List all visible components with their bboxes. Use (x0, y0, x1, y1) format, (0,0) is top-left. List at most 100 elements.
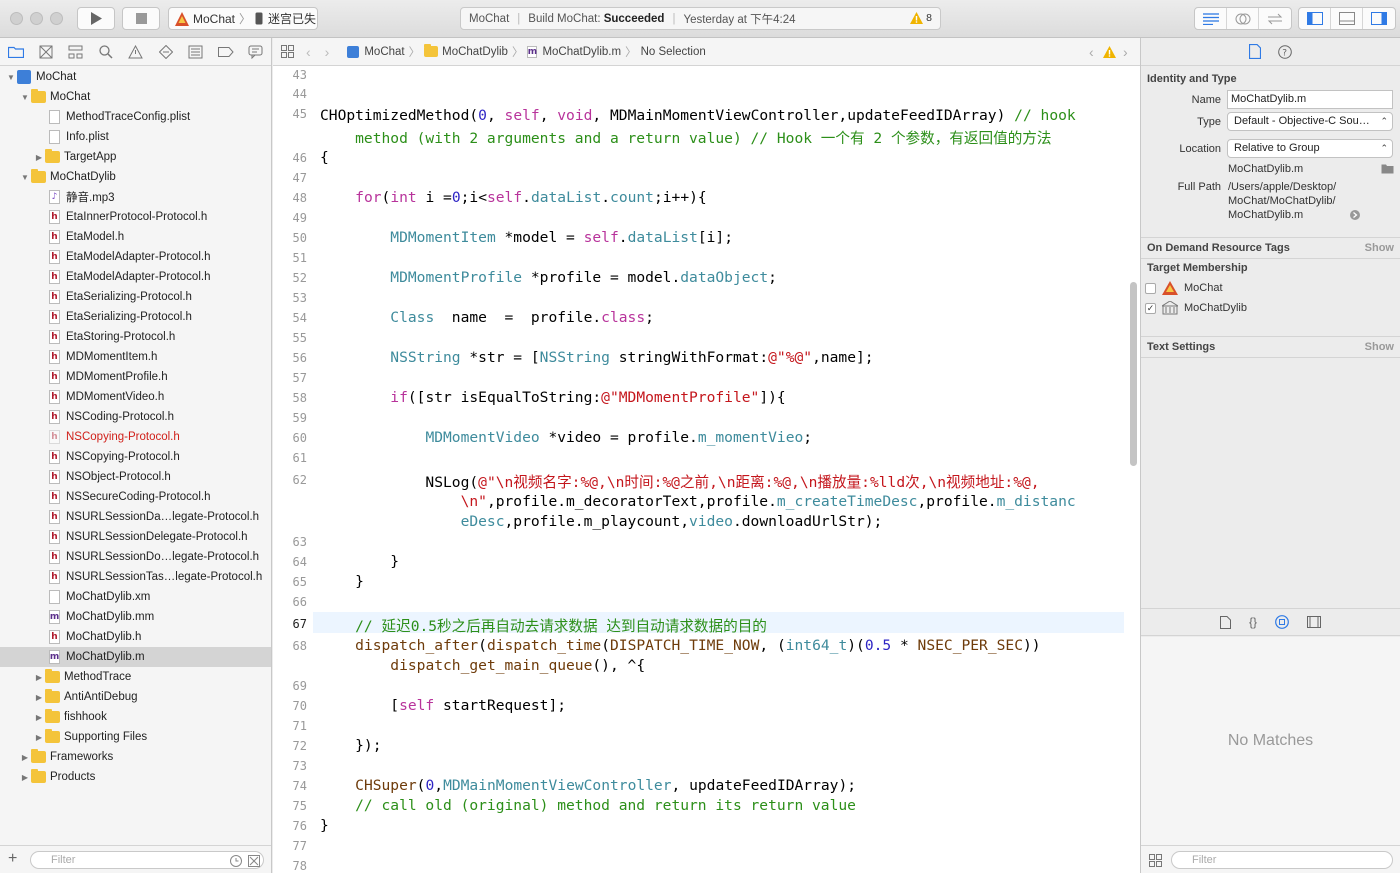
toggle-debug-area-button[interactable] (1331, 8, 1363, 29)
close-window-button[interactable] (10, 12, 23, 25)
code-line[interactable]: Class name = profile.class; (320, 309, 654, 326)
disclosure-closed-icon[interactable]: ▶ (33, 713, 45, 722)
tree-file[interactable]: h EtaStoring-Protocol.h (0, 327, 271, 347)
code-line[interactable]: CHSuper(0,MDMainMomentViewController, up… (320, 777, 856, 794)
code-line[interactable]: if([str isEqualToString:@"MDMomentProfil… (320, 389, 785, 406)
tree-file[interactable]: h EtaSerializing-Protocol.h (0, 307, 271, 327)
code-line[interactable]: eDesc,profile.m_playcount,video.download… (320, 513, 883, 530)
tree-group[interactable]: ▼ MoChat (0, 87, 271, 107)
breadcrumb-project[interactable]: MoChat (347, 45, 405, 58)
tree-file[interactable]: h EtaModelAdapter-Protocol.h (0, 267, 271, 287)
tree-file[interactable]: h MDMomentItem.h (0, 347, 271, 367)
file-inspector-icon[interactable] (1249, 44, 1261, 59)
tree-file[interactable]: h EtaSerializing-Protocol.h (0, 287, 271, 307)
source-editor[interactable]: 43 44 45 46 47 48 49 50 51 52 53 54 55 5… (273, 66, 1140, 873)
library-filter-input[interactable]: Filter (1171, 851, 1393, 869)
back-arrow-icon[interactable]: ‹ (306, 44, 311, 60)
version-editor-button[interactable] (1259, 8, 1291, 29)
navigator-filter-input[interactable]: Filter (30, 851, 264, 869)
media-library-icon[interactable] (1307, 616, 1321, 628)
issue-warning-icon[interactable] (126, 43, 145, 60)
run-button[interactable] (77, 7, 115, 30)
test-diamond-icon[interactable] (156, 43, 175, 60)
file-name-field[interactable]: MoChatDylib.m (1227, 90, 1393, 109)
disclosure-closed-icon[interactable]: ▶ (33, 733, 45, 742)
tree-file-selected[interactable]: m MoChatDylib.m (0, 647, 271, 667)
code-line[interactable]: } (320, 573, 364, 590)
object-library-icon[interactable] (1275, 615, 1289, 629)
debug-navigator-icon[interactable] (186, 43, 205, 60)
folder-icon[interactable] (6, 43, 25, 60)
toggle-navigator-button[interactable] (1299, 8, 1331, 29)
toggle-utilities-button[interactable] (1363, 8, 1395, 29)
tree-file-missing[interactable]: h NSCopying-Protocol.h (0, 427, 271, 447)
tree-file[interactable]: h EtaModel.h (0, 227, 271, 247)
code-line[interactable]: // call old (original) method and return… (320, 797, 856, 814)
disclosure-open-icon[interactable]: ▼ (5, 73, 17, 82)
previous-issue-icon[interactable]: ‹ (1089, 44, 1094, 60)
odr-show-link[interactable]: Show (1365, 242, 1394, 254)
breadcrumb-file[interactable]: m MoChatDylib.m (527, 45, 621, 58)
file-type-select[interactable]: Default - Objective-C Sou… (1227, 112, 1393, 131)
tree-file[interactable]: h MoChatDylib.h (0, 627, 271, 647)
folder-icon[interactable] (1381, 163, 1394, 174)
code-line[interactable]: MDMomentItem *model = self.dataList[i]; (320, 229, 733, 246)
tree-group[interactable]: ▼ MoChatDylib (0, 167, 271, 187)
code-line[interactable]: CHOptimizedMethod(0, self, void, MDMainM… (320, 107, 1076, 124)
next-issue-icon[interactable]: › (1123, 44, 1128, 60)
add-file-button[interactable]: + (8, 850, 17, 868)
code-line[interactable]: NSString *str = [NSString stringWithForm… (320, 349, 873, 366)
code-line[interactable]: dispatch_get_main_queue(), ^{ (320, 657, 645, 674)
tree-group[interactable]: ▶ Supporting Files (0, 727, 271, 747)
search-icon[interactable] (96, 43, 115, 60)
report-bubble-icon[interactable] (246, 43, 265, 60)
disclosure-open-icon[interactable]: ▼ (19, 93, 31, 102)
tree-file[interactable]: h NSSecureCoding-Protocol.h (0, 487, 271, 507)
reveal-in-finder-icon[interactable] (1350, 210, 1360, 220)
quick-help-icon[interactable]: ? (1278, 44, 1292, 59)
warnings-indicator[interactable]: 8 (910, 12, 932, 24)
related-items-grid-icon[interactable] (281, 45, 294, 58)
tree-file[interactable]: ≡ MethodTraceConfig.plist (0, 107, 271, 127)
tree-group[interactable]: ▶ Frameworks (0, 747, 271, 767)
stop-button[interactable] (122, 7, 160, 30)
scheme-selector[interactable]: MoChat 〉 迷宫已失 (168, 7, 318, 30)
tree-group[interactable]: ▶ Products (0, 767, 271, 787)
line-number-gutter[interactable]: 43 44 45 46 47 48 49 50 51 52 53 54 55 5… (273, 66, 313, 873)
code-line[interactable]: [self startRequest]; (320, 697, 566, 714)
code-line[interactable]: } (320, 817, 329, 834)
disclosure-closed-icon[interactable]: ▶ (33, 153, 45, 162)
tree-file[interactable]: h EtaModelAdapter-Protocol.h (0, 247, 271, 267)
tree-file[interactable]: h MDMomentVideo.h (0, 387, 271, 407)
code-line[interactable]: // 延迟0.5秒之后再自动去请求数据 达到自动请求数据的目的 (320, 615, 767, 636)
tree-file[interactable]: h NSURLSessionDo…legate-Protocol.h (0, 547, 271, 567)
tree-file[interactable]: h NSURLSessionTas…legate-Protocol.h (0, 567, 271, 587)
tree-file[interactable]: m MoChatDylib.mm (0, 607, 271, 627)
hierarchy-icon[interactable] (66, 43, 85, 60)
forward-arrow-icon[interactable]: › (325, 44, 330, 60)
tree-file[interactable]: ≡ Info.plist (0, 127, 271, 147)
target-checkbox-checked[interactable]: ✓ (1145, 302, 1156, 314)
disclosure-open-icon[interactable]: ▼ (19, 173, 31, 182)
editor-scrollbar[interactable] (1130, 282, 1137, 466)
grid-view-icon[interactable] (1149, 854, 1162, 867)
disclosure-closed-icon[interactable]: ▶ (33, 673, 45, 682)
tree-file[interactable]: · MoChatDylib.xm (0, 587, 271, 607)
code-line[interactable]: MDMomentVideo *video = profile.m_momentV… (320, 429, 812, 446)
scm-filter-icon[interactable] (248, 855, 260, 867)
target-checkbox-unchecked[interactable] (1145, 282, 1156, 294)
standard-editor-button[interactable] (1195, 8, 1227, 29)
tree-group[interactable]: ▶ AntiAntiDebug (0, 687, 271, 707)
disclosure-closed-icon[interactable]: ▶ (33, 693, 45, 702)
warning-icon[interactable] (1103, 46, 1116, 58)
location-select[interactable]: Relative to Group (1227, 139, 1393, 158)
tree-file[interactable]: h EtaInnerProtocol-Protocol.h (0, 207, 271, 227)
tree-group[interactable]: ▶ fishhook (0, 707, 271, 727)
tree-file[interactable]: ♪ 静音.mp3 (0, 187, 271, 207)
tree-group[interactable]: ▶ MethodTrace (0, 667, 271, 687)
tree-file[interactable]: h NSCopying-Protocol.h (0, 447, 271, 467)
disclosure-closed-icon[interactable]: ▶ (19, 753, 31, 762)
recent-files-clock-icon[interactable] (230, 855, 242, 867)
tree-file[interactable]: h NSURLSessionDelegate-Protocol.h (0, 527, 271, 547)
code-line[interactable]: dispatch_after(dispatch_time(DISPATCH_TI… (320, 637, 1040, 654)
